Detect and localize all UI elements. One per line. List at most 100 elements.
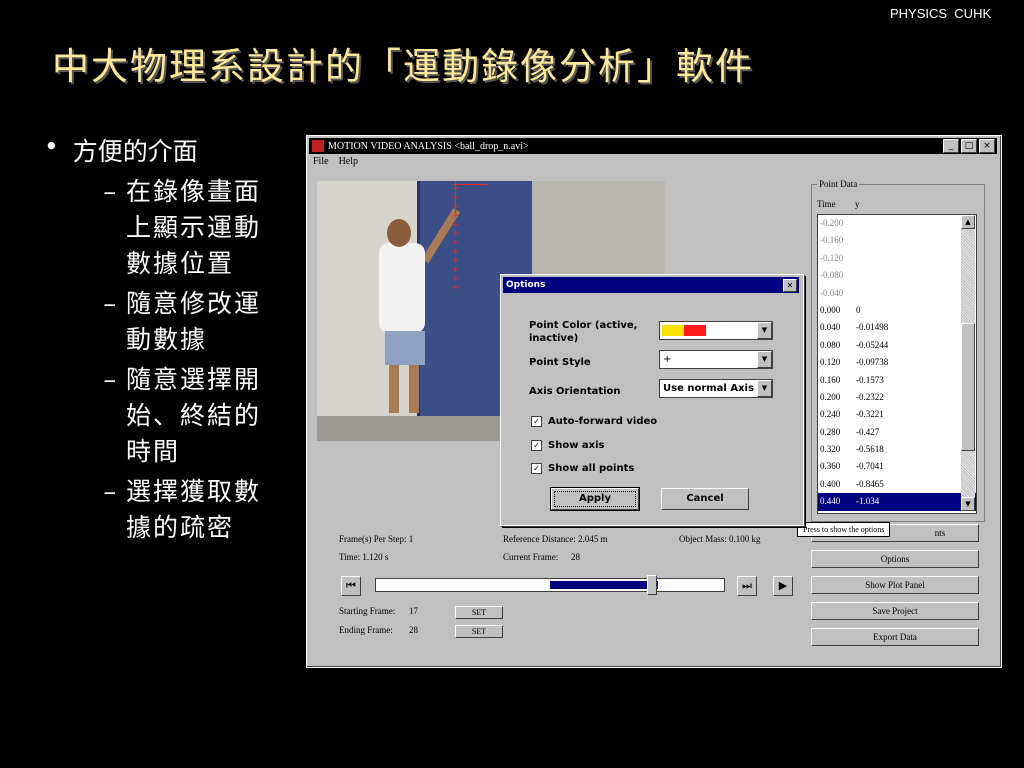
starting-frame-value: 17	[409, 606, 418, 616]
sub-marker: –	[103, 477, 117, 506]
checkbox-icon[interactable]: ✓	[531, 416, 542, 427]
list-item[interactable]: -0.080	[818, 267, 976, 284]
set-start-button[interactable]: SET	[455, 606, 503, 619]
list-item[interactable]: 0.000 0	[818, 302, 976, 319]
point-data-label: Point Data	[817, 179, 860, 189]
point-color-label: Point Color (active, inactive)	[529, 320, 638, 344]
active-color-swatch	[662, 325, 684, 336]
bullet-main-text: 方便的介面	[72, 137, 198, 166]
play-button[interactable]: ▶	[773, 576, 793, 596]
first-frame-button[interactable]: ⏮	[341, 576, 361, 596]
menu-file[interactable]: File	[313, 156, 329, 167]
export-data-button[interactable]: Export Data	[811, 628, 979, 646]
chevron-down-icon[interactable]: ▼	[757, 322, 772, 339]
list-item[interactable]: 0.440 -1.034	[818, 493, 976, 511]
list-item[interactable]: -0.040	[818, 285, 976, 302]
point-style-select[interactable]: + ▼	[659, 350, 773, 369]
show-plot-panel-button[interactable]: Show Plot Panel	[811, 576, 979, 594]
list-item[interactable]: 0.400 -0.8465	[818, 476, 976, 493]
menu-help[interactable]: Help	[339, 156, 358, 167]
save-project-button[interactable]: Save Project	[811, 602, 979, 620]
slide-title: 中大物理系設計的「運動錄像分析」軟件	[52, 45, 754, 88]
window-titlebar[interactable]: MOTION VIDEO ANALYSIS <ball_drop_n.avi> …	[309, 138, 997, 154]
list-item[interactable]: 0.040 -0.01498	[818, 319, 976, 336]
list-scrollbar[interactable]: ▲ ▼	[961, 215, 975, 511]
menu-bar: File Help	[313, 156, 358, 167]
sub-bullet-text: 隨意選擇開始、終結的時間	[126, 365, 262, 466]
object-mass: Object Mass: 0.100 kg	[679, 534, 761, 544]
list-item[interactable]: -0.160	[818, 232, 976, 249]
list-item[interactable]: 0.240 -0.3221	[818, 406, 976, 423]
point-style-label: Point Style	[529, 357, 591, 368]
starting-frame-label: Starting Frame:	[339, 606, 396, 616]
sub-bullet-text: 在錄像畫面上顯示運動數據位置	[126, 177, 262, 278]
list-item[interactable]: -0.120	[818, 250, 976, 267]
bullet-marker: •	[44, 132, 59, 161]
options-dialog: Options ✕ Point Color (active, inactive)…	[500, 274, 804, 526]
ending-frame-label: Ending Frame:	[339, 625, 393, 635]
dialog-close-icon[interactable]: ✕	[783, 279, 797, 292]
tracked-point-marker[interactable]: +	[452, 284, 460, 293]
maximize-button[interactable]: □	[961, 139, 977, 153]
sub-bullet: – 選擇獲取數據的疏密	[44, 474, 294, 546]
person-image	[379, 243, 425, 333]
cancel-button[interactable]: Cancel	[661, 488, 749, 510]
sub-marker: –	[103, 365, 117, 394]
set-end-button[interactable]: SET	[455, 625, 503, 638]
window-title: MOTION VIDEO ANALYSIS <ball_drop_n.avi>	[328, 140, 529, 152]
axis-orientation-label: Axis Orientation	[529, 386, 621, 397]
show-all-points-checkbox[interactable]: ✓ Show all points	[531, 463, 634, 474]
dialog-titlebar[interactable]: Options ✕	[503, 277, 799, 293]
sub-marker: –	[103, 177, 117, 206]
apply-button[interactable]: Apply	[551, 488, 639, 510]
dialog-title: Options	[506, 280, 546, 290]
chevron-down-icon[interactable]: ▼	[757, 380, 772, 397]
scroll-down-button[interactable]: ▼	[961, 497, 975, 511]
brand-label: PHYSICS CUHK	[890, 6, 992, 21]
list-item[interactable]: 0.080 -0.05244	[818, 337, 976, 354]
axis-orientation-select[interactable]: Use normal Axis ▼	[659, 379, 773, 398]
list-item[interactable]: 0.280 -0.427	[818, 424, 976, 441]
sub-bullet-text: 選擇獲取數據的疏密	[126, 477, 262, 542]
current-frame-label: Current Frame:	[503, 552, 559, 562]
col-time-header: Time	[817, 199, 836, 209]
sub-bullet: – 在錄像畫面上顯示運動數據位置	[44, 174, 294, 282]
auto-forward-checkbox[interactable]: ✓ Auto-forward video	[531, 416, 657, 427]
app-icon	[312, 140, 324, 152]
show-axis-checkbox[interactable]: ✓ Show axis	[531, 440, 605, 451]
scroll-thumb[interactable]	[961, 323, 975, 451]
reference-distance: Reference Distance: 2.045 m	[503, 534, 608, 544]
current-frame-value: 28	[571, 552, 580, 562]
checkbox-icon[interactable]: ✓	[531, 440, 542, 451]
scroll-up-button[interactable]: ▲	[961, 215, 975, 229]
sub-bullet: – 隨意修改運動數據	[44, 286, 294, 358]
list-item[interactable]: -0.200	[818, 215, 976, 232]
list-item[interactable]: 0.320 -0.5618	[818, 441, 976, 458]
list-item[interactable]: 0.200 -0.2322	[818, 389, 976, 406]
point-color-select[interactable]: ▼	[659, 321, 773, 340]
time-readout: Time: 1.120 s	[339, 552, 389, 562]
sub-bullet-text: 隨意修改運動數據	[126, 289, 262, 354]
list-item[interactable]: 0.160 -0.1573	[818, 372, 976, 389]
point-data-list[interactable]: -0.200 -0.160 -0.120 -0.080 -0.040 0.000 0 0.04…	[817, 214, 977, 514]
frame-slider[interactable]	[375, 575, 725, 595]
ending-frame-value: 28	[409, 625, 418, 635]
chevron-down-icon[interactable]: ▼	[757, 351, 772, 368]
bullet-list: • 方便的介面 – 在錄像畫面上顯示運動數據位置 – 隨意修改運動數據 – 隨意選擇開…	[44, 132, 294, 546]
last-frame-button[interactable]: ⏭	[737, 576, 757, 596]
minimize-button[interactable]: _	[943, 139, 959, 153]
slider-thumb[interactable]	[646, 575, 657, 595]
close-button[interactable]: ×	[979, 139, 995, 153]
col-y-header: y	[855, 199, 860, 209]
slider-range	[550, 581, 658, 589]
list-item[interactable]: 0.360 -0.7041	[818, 458, 976, 475]
bullet-main: • 方便的介面	[44, 132, 294, 168]
checkbox-icon[interactable]: ✓	[531, 463, 542, 474]
options-tooltip: Press to show the options	[797, 522, 891, 537]
options-button[interactable]: Options	[811, 550, 979, 568]
frames-per-step: Frame(s) Per Step: 1	[339, 534, 414, 544]
list-item[interactable]: 0.120 -0.09738	[818, 354, 976, 371]
inactive-color-swatch	[684, 325, 706, 336]
sub-marker: –	[103, 289, 117, 318]
sub-bullet: – 隨意選擇開始、終結的時間	[44, 362, 294, 470]
